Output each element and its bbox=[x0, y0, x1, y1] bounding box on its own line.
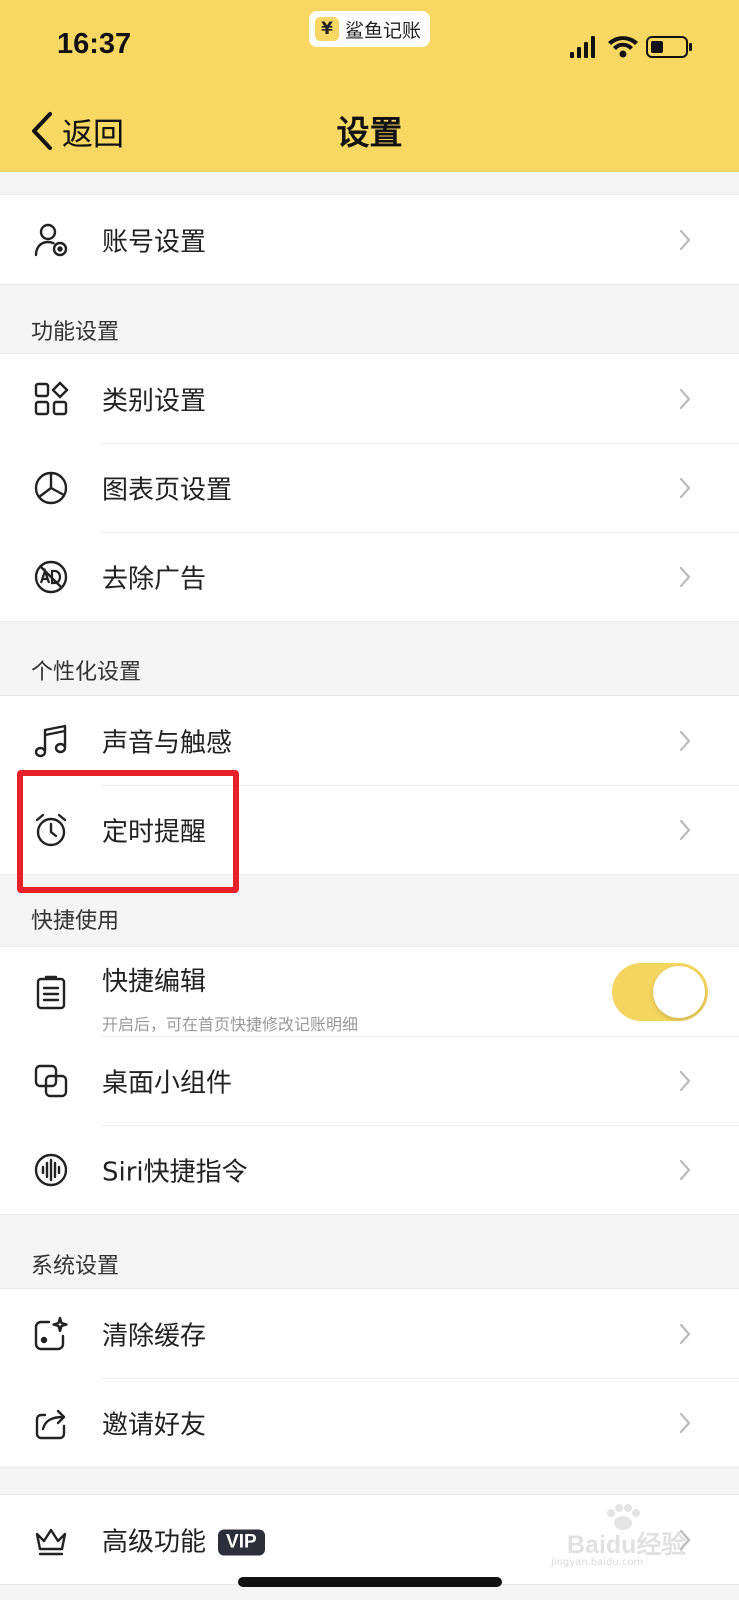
chevron-right-icon bbox=[679, 1412, 691, 1433]
chevron-right-icon bbox=[679, 819, 691, 840]
section-title-function: 功能设置 bbox=[31, 320, 120, 345]
account-group: 账号设置 bbox=[0, 194, 739, 285]
chevron-right-icon bbox=[679, 730, 691, 751]
advanced-label: 高级功能 bbox=[102, 1527, 207, 1557]
settings-item-widget[interactable]: 桌面小组件 bbox=[0, 1036, 739, 1125]
highlight-box bbox=[17, 770, 239, 893]
chevron-right-icon bbox=[679, 229, 691, 250]
share-icon bbox=[35, 1409, 66, 1439]
settings-item-chart-page[interactable]: 图表页设置 bbox=[0, 443, 739, 532]
header-bar: 16:37 ¥ 鲨鱼记账 返回 设置 bbox=[0, 0, 739, 172]
section-title-personal: 个性化设置 bbox=[31, 660, 142, 685]
settings-item-category[interactable]: 类别设置 bbox=[0, 354, 739, 443]
settings-item-label: Siri快捷指令 bbox=[102, 1157, 248, 1187]
clipboard-list-icon bbox=[36, 975, 66, 1009]
settings-item-label: 高级功能 VIP bbox=[102, 1521, 265, 1558]
settings-item-label: 桌面小组件 bbox=[102, 1068, 233, 1098]
function-group: 类别设置 图表页设置 去除广告 bbox=[0, 353, 739, 622]
settings-item-label: 图表页设置 bbox=[102, 475, 233, 505]
settings-item-description: 开启后，可在首页快捷修改记账明细 bbox=[102, 1015, 359, 1034]
shortcut-group: 快捷编辑 开启后，可在首页快捷修改记账明细 桌面小组件 Siri快捷指令 bbox=[0, 946, 739, 1215]
system-group: 清除缓存 邀请好友 bbox=[0, 1288, 739, 1468]
settings-item-label: 账号设置 bbox=[102, 227, 207, 257]
watermark-url: jingyan.baidu.com bbox=[551, 1557, 644, 1568]
widget-icon bbox=[34, 1064, 68, 1097]
chevron-right-icon bbox=[679, 1159, 691, 1180]
settings-item-label: 快捷编辑 bbox=[102, 967, 207, 997]
quick-edit-toggle[interactable] bbox=[612, 962, 708, 1021]
settings-item-label: 清除缓存 bbox=[102, 1321, 207, 1351]
settings-item-account[interactable]: 账号设置 bbox=[0, 195, 739, 284]
category-grid-icon bbox=[34, 380, 69, 415]
chevron-right-icon bbox=[679, 1323, 691, 1344]
settings-item-remove-ads[interactable]: 去除广告 bbox=[0, 532, 739, 621]
chevron-right-icon bbox=[679, 388, 691, 409]
section-title-system: 系统设置 bbox=[31, 1254, 120, 1279]
no-ads-icon bbox=[34, 560, 68, 593]
vip-badge: VIP bbox=[218, 1529, 265, 1555]
settings-item-label: 邀请好友 bbox=[102, 1410, 207, 1440]
music-note-icon bbox=[34, 724, 67, 757]
settings-item-siri[interactable]: Siri快捷指令 bbox=[0, 1125, 739, 1214]
status-icons bbox=[570, 36, 692, 58]
cellular-signal-icon bbox=[570, 36, 595, 58]
wifi-icon bbox=[608, 36, 638, 58]
app-indicator-pill: ¥ 鲨鱼记账 bbox=[309, 11, 430, 47]
settings-item-quick-edit: 快捷编辑 开启后，可在首页快捷修改记账明细 bbox=[0, 947, 739, 1036]
home-indicator[interactable] bbox=[238, 1577, 502, 1587]
app-name: 鲨鱼记账 bbox=[345, 19, 422, 42]
settings-item-label: 去除广告 bbox=[102, 564, 207, 594]
app-logo-icon: ¥ bbox=[315, 17, 339, 41]
user-settings-icon bbox=[34, 223, 68, 256]
status-time: 16:37 bbox=[57, 28, 132, 60]
crown-icon bbox=[35, 1528, 67, 1555]
watermark: Baidu经验 jingyan.baidu.com bbox=[545, 1503, 715, 1573]
settings-item-invite[interactable]: 邀请好友 bbox=[0, 1378, 739, 1467]
battery-icon bbox=[646, 36, 692, 58]
chevron-right-icon bbox=[679, 1070, 691, 1091]
chevron-right-icon bbox=[679, 566, 691, 587]
pie-chart-icon bbox=[34, 471, 68, 504]
toggle-knob bbox=[653, 965, 705, 1018]
watermark-text: Baidu经验 bbox=[567, 1531, 687, 1559]
section-title-shortcut: 快捷使用 bbox=[31, 909, 120, 934]
page-title: 设置 bbox=[336, 113, 403, 152]
settings-item-clear-cache[interactable]: 清除缓存 bbox=[0, 1289, 739, 1378]
settings-item-label: 声音与触感 bbox=[102, 728, 233, 758]
chevron-right-icon bbox=[679, 477, 691, 498]
voice-wave-icon bbox=[34, 1153, 68, 1186]
settings-item-label: 类别设置 bbox=[102, 386, 207, 416]
clean-sparkle-icon bbox=[34, 1316, 68, 1350]
